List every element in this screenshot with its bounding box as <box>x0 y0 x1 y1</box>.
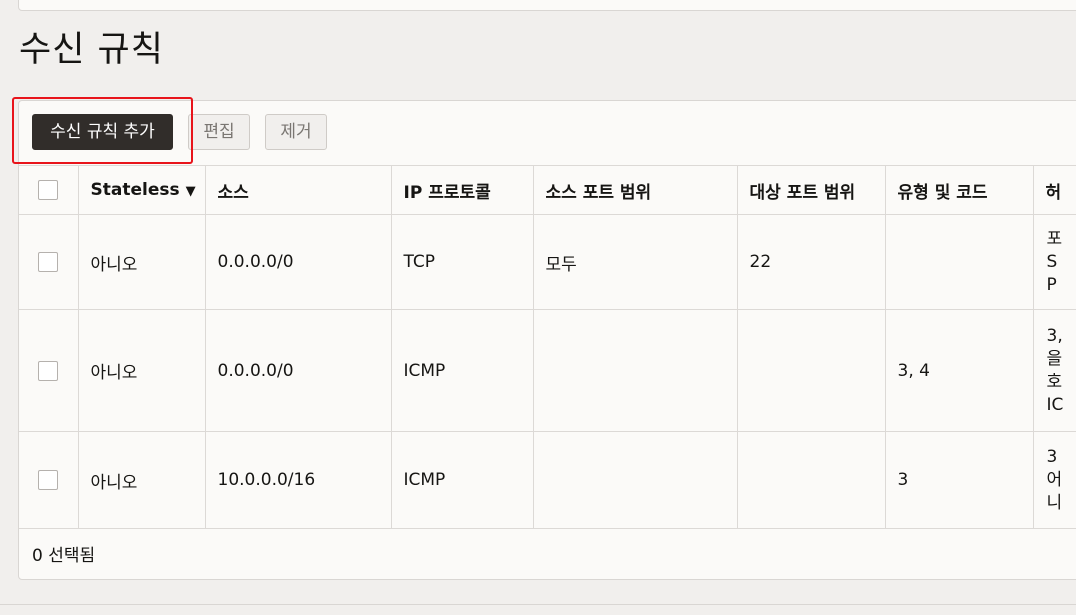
row-checkbox[interactable] <box>38 470 58 490</box>
cell-description: 포 S P <box>1033 214 1076 310</box>
cell-stateless: 아니오 <box>78 309 206 432</box>
column-header-dest-port: 대상 포트 범위 <box>737 165 886 215</box>
edit-button[interactable]: 편집 <box>188 114 250 150</box>
page-title: 수신 규칙 <box>19 30 164 70</box>
row-checkbox[interactable] <box>38 360 58 381</box>
column-header-protocol: IP 프로토콜 <box>391 165 534 215</box>
cell-stateless: 아니오 <box>78 214 206 310</box>
cell-description: 3 어 니 <box>1033 431 1076 529</box>
cell-type-code: 3, 4 <box>885 309 1034 432</box>
cell-protocol: ICMP <box>391 309 534 432</box>
cell-type-code: 3 <box>885 431 1034 529</box>
sort-down-icon[interactable]: ▼ <box>186 184 196 199</box>
cell-source-port <box>533 431 738 529</box>
previous-panel <box>18 0 1076 11</box>
cell-stateless: 아니오 <box>78 431 206 529</box>
select-all-checkbox[interactable] <box>38 180 58 200</box>
cell-description: 3, 을 호 IC <box>1033 309 1076 432</box>
column-header-stateless[interactable]: Stateless ▼ <box>78 165 206 215</box>
cell-protocol: TCP <box>391 214 534 310</box>
column-header-source: 소스 <box>205 165 392 215</box>
column-header-description: 허 <box>1033 165 1076 215</box>
header-row: Stateless ▼ 소스 IP 프로토콜 소스 포트 범위 대상 포트 범위 … <box>19 165 1076 215</box>
cell-dest-port <box>737 431 886 529</box>
row-checkbox[interactable] <box>38 252 58 272</box>
cell-source: 0.0.0.0/0 <box>205 309 392 432</box>
cell-source-port <box>533 309 738 432</box>
cell-source: 0.0.0.0/0 <box>205 214 392 310</box>
column-header-source-port: 소스 포트 범위 <box>533 165 738 215</box>
cell-protocol: ICMP <box>391 431 534 529</box>
table-row: 아니오 0.0.0.0/0 TCP 모두 22 포 S P <box>19 214 1076 310</box>
remove-button[interactable]: 제거 <box>265 114 327 150</box>
column-header-type-code: 유형 및 코드 <box>885 165 1034 215</box>
cell-dest-port: 22 <box>737 214 886 310</box>
cell-source-port: 모두 <box>533 214 738 310</box>
ingress-rules-panel: 수신 규칙 추가 편집 제거 Stateless ▼ 소스 IP 프로토콜 소스 … <box>18 100 1076 580</box>
highlight-box <box>12 97 193 164</box>
ingress-rules-table: Stateless ▼ 소스 IP 프로토콜 소스 포트 범위 대상 포트 범위 … <box>19 165 1076 529</box>
cell-source: 10.0.0.0/16 <box>205 431 392 529</box>
cell-dest-port <box>737 309 886 432</box>
selection-count: 0 선택됨 <box>32 546 96 566</box>
table-row: 아니오 0.0.0.0/0 ICMP 3, 4 3, 을 호 IC <box>19 309 1076 432</box>
divider <box>0 604 1076 605</box>
table-row: 아니오 10.0.0.0/16 ICMP 3 3 어 니 <box>19 431 1076 529</box>
cell-type-code <box>885 214 1034 310</box>
